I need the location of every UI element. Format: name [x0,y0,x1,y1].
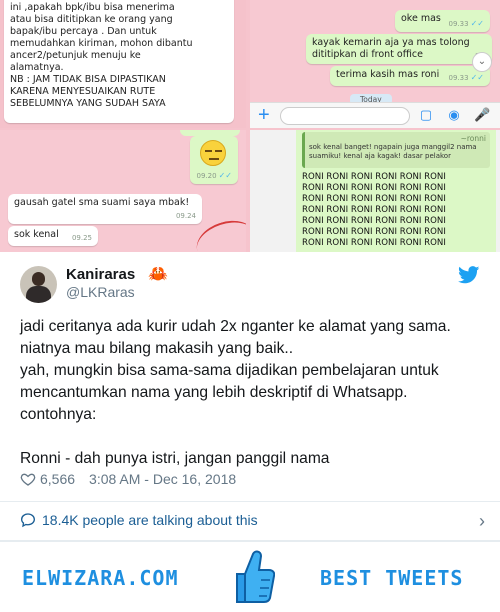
roni-line: RONI RONI RONI RONI RONI RONI [302,172,446,182]
message-text: kayak kemarin aja ya mas tolong dititipk… [312,37,470,60]
courier-message-bubble: ini ,apakah bpk/ibu bisa menerima atau b… [4,0,234,123]
roni-repeated-text: RONI RONI RONI RONI RONI RONI RONI RONI … [302,172,494,249]
chat-panel-top-right: oke mas 09.33 ✓✓ kayak kemarin aja ya mas… [250,0,500,128]
talking-about-link[interactable]: 18.4K people are talking about this › [20,509,485,531]
scroll-down-icon[interactable]: ⌄ [472,52,492,72]
read-receipt-icon: ✓✓ [218,171,232,180]
brand-logo-text: ELWIZARA.COM [22,566,179,590]
emoji-message-bubble: 09.20 ✓✓ [190,136,238,184]
quoted-message: ~ronni sok kenal banget! ngapain juga ma… [302,132,490,168]
message-input[interactable] [280,107,410,125]
message-text: sok kenal [14,229,59,240]
roni-line: RONI RONI RONI RONI RONI RONI [302,238,446,248]
plus-icon[interactable]: + [258,104,270,127]
roni-line: RONI RONI RONI RONI RONI RONI [302,194,446,204]
microphone-icon[interactable]: 🎤 [474,107,490,123]
user-handle[interactable]: @LKRaras [66,284,135,300]
quoted-sender: ~ronni [460,134,486,143]
divider [0,501,500,502]
like-count: 6,566 [40,471,76,487]
message-text: terima kasih mas roni [336,69,440,80]
roni-line: RONI RONI RONI RONI RONI RONI [302,216,446,226]
chat-screenshot-collage: ini ,apakah bpk/ibu bisa menerima atau b… [0,0,500,252]
sticker-icon[interactable]: ▢ [418,107,434,123]
message-time: 09.33 [448,20,469,28]
tweet-card: Kaniraras 🦀 @LKRaras jadi ceritanya ada … [0,252,500,539]
quoted-text: sok kenal banget! ngapain juga manggil2 … [309,143,477,160]
footer-banner: ELWIZARA.COM BEST TWEETS [0,542,500,612]
message-bubble-terima-kasih: terima kasih mas roni 09.33 ✓✓ [330,66,490,86]
speech-bubble-icon [20,513,36,528]
twitter-bird-icon[interactable] [458,266,480,284]
message-text: gausah gatel sma suami saya mbak! [14,197,190,208]
roni-line: RONI RONI RONI RONI RONI RONI [302,205,446,215]
message-time: 09.25 [71,234,92,242]
display-name[interactable]: Kaniraras [66,266,135,283]
read-receipt-icon: ✓✓ [470,19,484,28]
message-text: oke mas [401,13,441,24]
crab-icon: 🦀 [148,266,168,283]
message-time: 09.20 [196,172,217,180]
expressionless-face-icon [200,140,226,166]
tweet-meta: 6,566 3:08 AM - Dec 16, 2018 [20,471,236,487]
message-bubble-gausah-gatel: gausah gatel sma suami saya mbak! 09.24 [8,194,202,224]
chat-panel-top-left: ini ,apakah bpk/ibu bisa menerima atau b… [0,0,246,128]
tweet-text: jadi ceritanya ada kurir udah 2x nganter… [20,318,451,467]
heart-icon[interactable] [20,471,36,487]
roni-line: RONI RONI RONI RONI RONI RONI [302,227,446,237]
message-time: 09.33 [448,74,469,82]
camera-icon[interactable]: ◉ [446,107,462,123]
message-time: 09.24 [175,212,196,220]
avatar[interactable] [20,266,57,303]
message-input-bar: + ▢ ◉ 🎤 [250,102,500,128]
talking-about-text: 18.4K people are talking about this [42,512,258,528]
best-tweets-label: BEST TWEETS [320,566,464,590]
tweet-timestamp[interactable]: 3:08 AM - Dec 16, 2018 [89,471,236,487]
chevron-right-icon: › [479,511,485,531]
message-bubble-sok-kenal: sok kenal 09.25 [8,226,98,246]
message-bubble-oke-mas: oke mas 09.33 ✓✓ [395,10,490,32]
message-bubble-front-office: kayak kemarin aja ya mas tolong dititipk… [306,34,492,64]
thumbs-up-icon [236,550,275,603]
read-receipt-icon: ✓✓ [470,73,484,82]
roni-line: RONI RONI RONI RONI RONI RONI [302,183,446,193]
chat-panel-middle-right: ~ronni sok kenal banget! ngapain juga ma… [250,130,500,252]
chat-panel-middle-left: 09.20 ✓✓ gausah gatel sma suami saya mbak… [0,130,246,252]
